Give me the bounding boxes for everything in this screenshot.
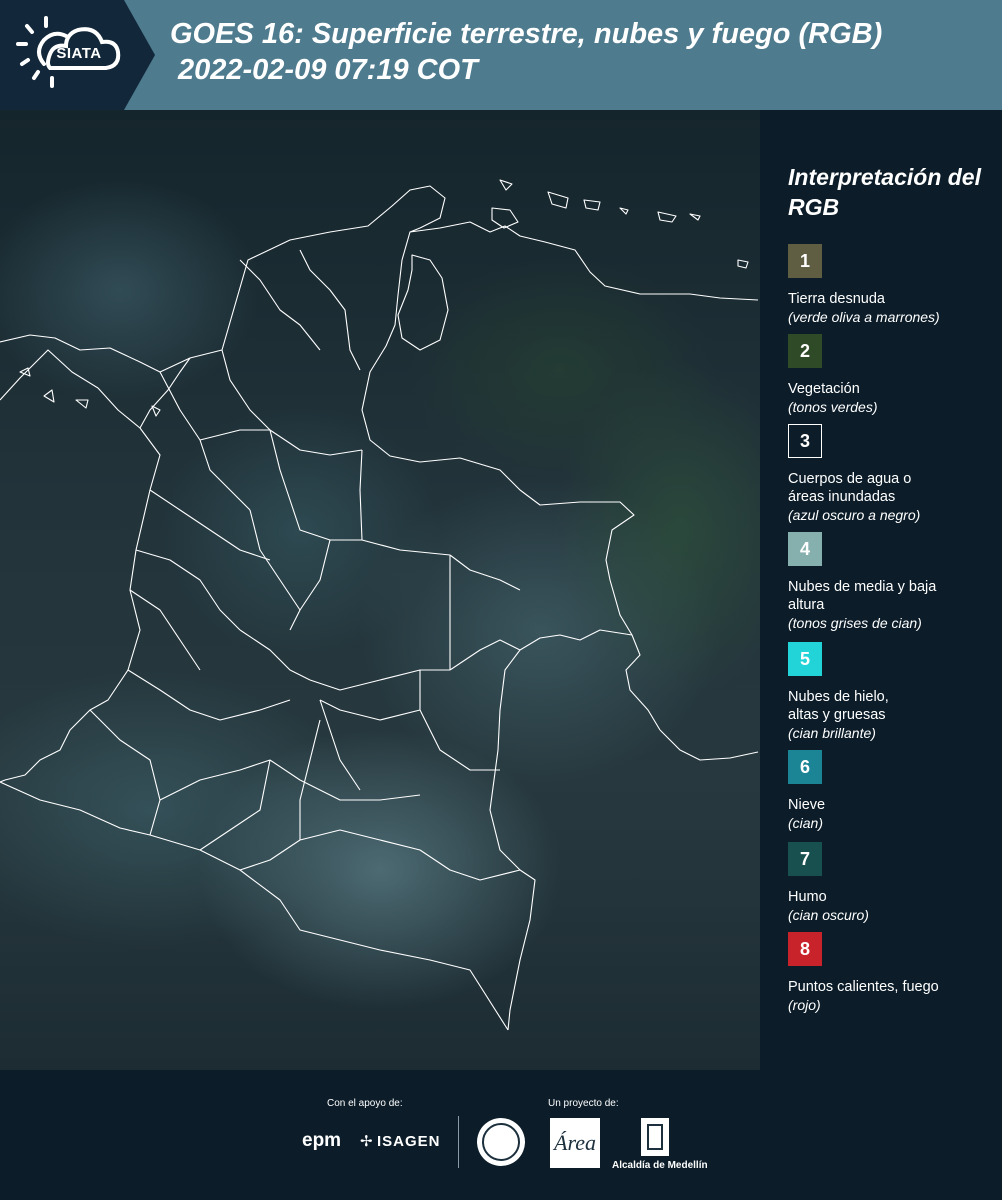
legend-panel: Interpretación del RGB 1 Tierra desnuda … (760, 110, 1002, 1070)
legend-label: Puntos calientes, fuego (788, 979, 939, 995)
legend-item-low-clouds: 4 Nubes de media y baja altura (tonos gr… (788, 532, 998, 632)
legend-item-smoke: 7 Humo (cian oscuro) (788, 842, 998, 924)
legend-item-fire: 8 Puntos calientes, fuego (rojo) (788, 932, 998, 1014)
border-brazil-south (489, 629, 633, 1031)
legend-sub: (tonos verdes) (788, 399, 878, 415)
legend-label: Cuerpos de agua o áreas inundadas (788, 471, 912, 505)
legend-sub: (verde oliva a marrones) (788, 309, 940, 325)
title-line-1: GOES 16: Superficie terrestre, nubes y f… (170, 18, 883, 50)
alcaldia-label: Alcaldía de Medellín (612, 1160, 708, 1171)
siata-logo-text: SIATA (56, 45, 102, 62)
project-label: Un proyecto de: (548, 1098, 619, 1109)
legend-label: Tierra desnuda (788, 291, 885, 307)
legend-swatch: 5 (788, 642, 822, 676)
legend-swatch: 2 (788, 334, 822, 368)
legend-sub: (azul oscuro a negro) (788, 507, 921, 523)
support-label: Con el apoyo de: (327, 1098, 403, 1109)
footer-divider (458, 1116, 459, 1168)
isagen-logo: ✢ ISAGEN (360, 1133, 441, 1150)
border-brazil (659, 729, 759, 761)
siata-logo: SIATA (0, 0, 155, 110)
legend-swatch: 4 (788, 532, 822, 566)
legend-label: Humo (788, 889, 827, 905)
legend-swatch: 3 (788, 424, 822, 458)
legend-swatch: 1 (788, 244, 822, 278)
legend-swatch: 7 (788, 842, 822, 876)
legend-label: Nieve (788, 797, 826, 813)
legend-sub: (cian brillante) (788, 725, 876, 741)
west-islands (19, 367, 161, 417)
legend-item-vegetation: 2 Vegetación (tonos verdes) (788, 334, 998, 416)
pacific-coastline (0, 349, 161, 783)
satellite-map (0, 110, 760, 1070)
border-venezuela (361, 231, 661, 731)
legend-label: Nubes de hielo, altas y gruesas (788, 689, 889, 723)
boundary-lines (0, 179, 759, 1031)
seal-icon (482, 1123, 520, 1161)
epm-logo: epm (302, 1130, 342, 1151)
header-bar: SIATA GOES 16: Superficie terrestre, nub… (0, 0, 1002, 110)
border-ecuador-peru (0, 781, 509, 1031)
legend-sub: (rojo) (788, 997, 821, 1013)
lake-maracaibo (397, 254, 449, 351)
title-line-2: 2022-02-09 07:19 COT (178, 54, 478, 86)
legend-swatch: 6 (788, 750, 822, 784)
legend-sub: (tonos grises de cian) (788, 615, 922, 631)
legend-item-ice-clouds: 5 Nubes de hielo, altas y gruesas (cian … (788, 642, 998, 742)
legend-item-bare-soil: 1 Tierra desnuda (verde oliva a marrones… (788, 244, 998, 326)
footer: Con el apoyo de: Un proyecto de: epm ✢ IS… (0, 1070, 1002, 1200)
shield-icon (647, 1124, 663, 1150)
isagen-mark-icon: ✢ (360, 1133, 374, 1150)
islands (491, 179, 749, 269)
area-metropolitana-logo: Área (550, 1118, 600, 1168)
medellin-seal-logo (477, 1118, 525, 1166)
legend-title: Interpretación del RGB (788, 164, 981, 220)
gulf-urabá (139, 357, 191, 429)
legend-label: Nubes de media y baja altura (788, 579, 937, 613)
page-title: GOES 16: Superficie terrestre, nubes y f… (170, 16, 1000, 88)
caribbean-coastline (0, 185, 759, 373)
legend-sub: (cian) (788, 815, 824, 831)
legend-item-snow: 6 Nieve (cian) (788, 750, 998, 832)
legend-sub: (cian oscuro) (788, 907, 869, 923)
legend-label: Vegetación (788, 381, 860, 397)
legend-swatch: 8 (788, 932, 822, 966)
alcaldia-shield-logo (641, 1118, 669, 1156)
legend-item-water: 3 Cuerpos de agua o áreas inundadas (azu… (788, 424, 998, 524)
